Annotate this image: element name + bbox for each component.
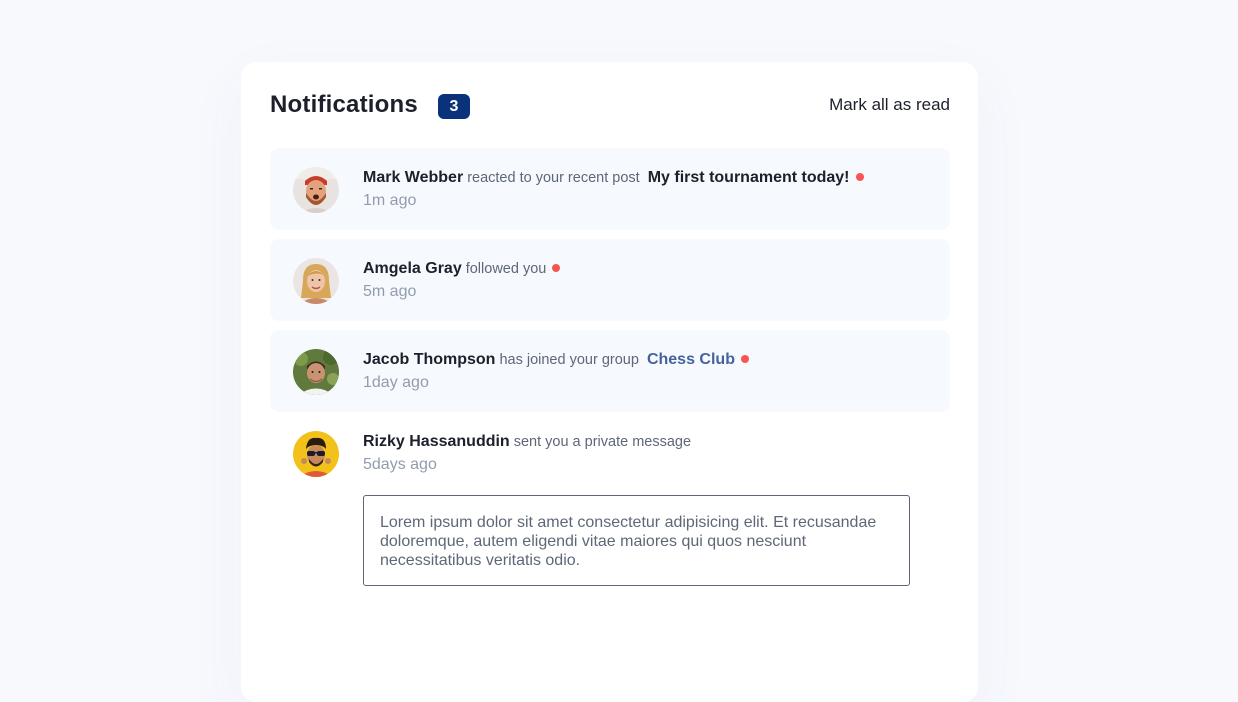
user-name-link[interactable]: Mark Webber	[363, 169, 463, 186]
mark-all-as-read-button[interactable]: Mark all as read	[829, 95, 950, 115]
notification-time: 5m ago	[363, 283, 417, 300]
post-link[interactable]: My first tournament today!	[648, 169, 850, 186]
notification-action: sent you a private message	[513, 434, 692, 450]
notification-item[interactable]: Mark Webber reacted to your recent post M…	[270, 148, 950, 230]
notification-item[interactable]: Amgela Gray followed you 5m ago	[270, 239, 950, 321]
notification-text: Jacob Thompson has joined your group Ches…	[363, 349, 930, 371]
notification-time: 1day ago	[363, 374, 429, 391]
avatar[interactable]	[293, 431, 339, 477]
notifications-card: Notifications 3 Mark all as read Mark We…	[241, 62, 978, 702]
private-message-preview[interactable]: Lorem ipsum dolor sit amet consectetur a…	[363, 495, 910, 586]
notification-time: 1m ago	[363, 192, 417, 209]
avatar[interactable]	[293, 258, 339, 304]
unread-dot	[552, 264, 561, 272]
user-name-link[interactable]: Amgela Gray	[363, 260, 462, 277]
notification-action: reacted to your recent post	[467, 170, 640, 186]
notification-text: Rizky Hassanuddin sent you a private mess…	[363, 431, 930, 453]
notification-item[interactable]: Jacob Thompson has joined your group Ches…	[270, 330, 950, 412]
notification-action: has joined your group	[499, 352, 639, 368]
user-name-link[interactable]: Jacob Thompson	[363, 351, 495, 368]
notification-item[interactable]: Rizky Hassanuddin sent you a private mess…	[270, 421, 950, 586]
unread-dot	[855, 173, 864, 181]
avatar[interactable]	[293, 349, 339, 395]
page-title: Notifications	[270, 91, 418, 118]
notification-action: followed you	[465, 261, 547, 277]
avatar[interactable]	[293, 167, 339, 213]
unread-dot	[740, 355, 749, 363]
notification-list: Mark Webber reacted to your recent post M…	[270, 148, 950, 586]
group-link[interactable]: Chess Club	[647, 351, 735, 368]
user-name-link[interactable]: Rizky Hassanuddin	[363, 433, 510, 450]
unread-count-badge: 3	[438, 94, 470, 119]
notifications-header: Notifications 3 Mark all as read	[270, 62, 950, 148]
notification-time: 5days ago	[363, 456, 437, 473]
notification-text: Amgela Gray followed you	[363, 258, 930, 280]
notification-text: Mark Webber reacted to your recent post M…	[363, 167, 930, 189]
